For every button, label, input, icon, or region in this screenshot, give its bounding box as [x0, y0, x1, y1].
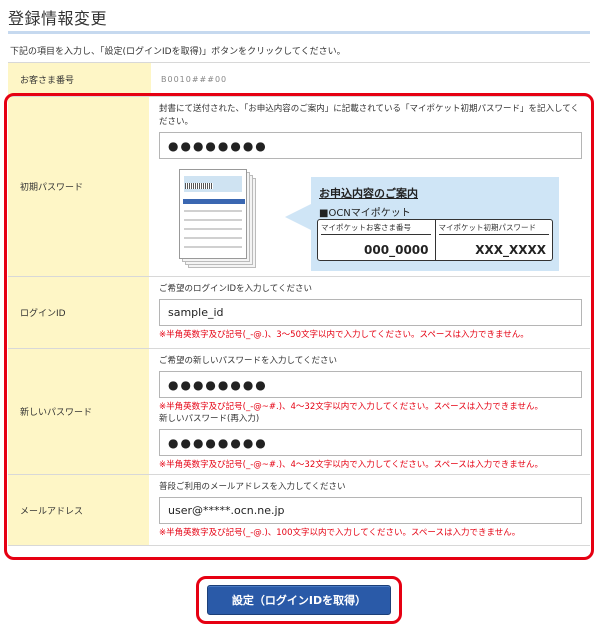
new-password-description: ご希望の新しいパスワードを入力してください — [159, 356, 337, 366]
highlight-strip — [183, 199, 245, 204]
customer-number-label: お客さま番号 — [8, 63, 151, 96]
sample-initial-password-value: XXX_XXXX — [475, 243, 546, 257]
callout-title: お申込内容のご案内 — [319, 187, 418, 200]
login-id-row: ログインID ご希望のログインIDを入力してください sample_id ※半角… — [8, 276, 590, 348]
callout-pointer — [285, 203, 313, 231]
login-id-input[interactable]: sample_id — [159, 299, 582, 326]
new-password-input[interactable]: ●●●●●●●● — [159, 371, 582, 398]
initial-password-row: 初期パスワード 封書にて送付された、「お申込内容のご案内」に記載されている「マイ… — [8, 96, 590, 276]
confirm-password-description: 新しいパスワード(再入力) — [159, 414, 260, 424]
login-id-description: ご希望のログインIDを入力してください — [159, 284, 313, 294]
login-id-label: ログインID — [8, 277, 149, 348]
initial-password-description: 封書にて送付された、「お申込内容のご案内」に記載されている「マイポケット初期パス… — [159, 104, 579, 127]
page-title: 登録情報変更 — [8, 9, 108, 28]
email-input[interactable]: user@*****.ocn.ne.jp — [159, 497, 582, 524]
notice-illustration: お申込内容のご案内 ■OCNマイポケット マイポケットお客さま番号 000_00… — [159, 169, 582, 279]
confirm-password-input[interactable]: ●●●●●●●● — [159, 429, 582, 456]
callout-subtitle: ■OCNマイポケット — [319, 208, 411, 219]
email-description: 普段ご利用のメールアドレスを入力してください — [159, 482, 346, 492]
login-id-warning: ※半角英数字及び記号(_-@.)、3～50文字以内で入力してください。スペースは… — [159, 330, 529, 340]
registration-form: お客さま番号 B0010###00 初期パスワード 封書にて送付された、「お申込… — [8, 62, 590, 546]
new-password-row: 新しいパスワード ご希望の新しいパスワードを入力してください ●●●●●●●● … — [8, 348, 590, 474]
sample-customer-number-label: マイポケットお客さま番号 — [321, 222, 431, 235]
customer-number-value: B0010###00 — [161, 75, 228, 84]
title-divider — [8, 31, 590, 34]
email-row: メールアドレス 普段ご利用のメールアドレスを入力してください user@****… — [8, 474, 590, 546]
submit-button[interactable]: 設定（ログインIDを取得） — [207, 585, 391, 615]
barcode-icon — [185, 183, 213, 189]
sample-initial-password-label: マイポケット初期パスワード — [438, 222, 549, 235]
confirm-password-warning: ※半角英数字及び記号(_-@~#.)、4～32文字以内で入力してください。スペー… — [159, 460, 543, 470]
document-stack-image — [179, 169, 259, 274]
document-front — [179, 169, 247, 259]
instruction-text: 下記の項目を入力し、「設定(ログインIDを取得)」ボタンをクリックしてください。 — [10, 47, 346, 57]
new-password-warning: ※半角英数字及び記号(_-@~#.)、4～32文字以内で入力してください。スペー… — [159, 402, 543, 412]
email-warning: ※半角英数字及び記号(_-@.)、100文字以内で入力してください。スペースは入… — [159, 528, 521, 538]
customer-number-row: お客さま番号 B0010###00 — [8, 62, 590, 96]
sample-customer-number-value: 000_0000 — [364, 243, 429, 257]
email-label: メールアドレス — [8, 475, 149, 545]
initial-password-label: 初期パスワード — [8, 97, 149, 276]
callout-info-box: マイポケットお客さま番号 000_0000 マイポケット初期パスワード XXX_… — [317, 219, 553, 261]
initial-password-input[interactable]: ●●●●●●●● — [159, 132, 582, 159]
notice-callout: お申込内容のご案内 ■OCNマイポケット マイポケットお客さま番号 000_00… — [311, 177, 559, 271]
new-password-label: 新しいパスワード — [8, 349, 149, 474]
